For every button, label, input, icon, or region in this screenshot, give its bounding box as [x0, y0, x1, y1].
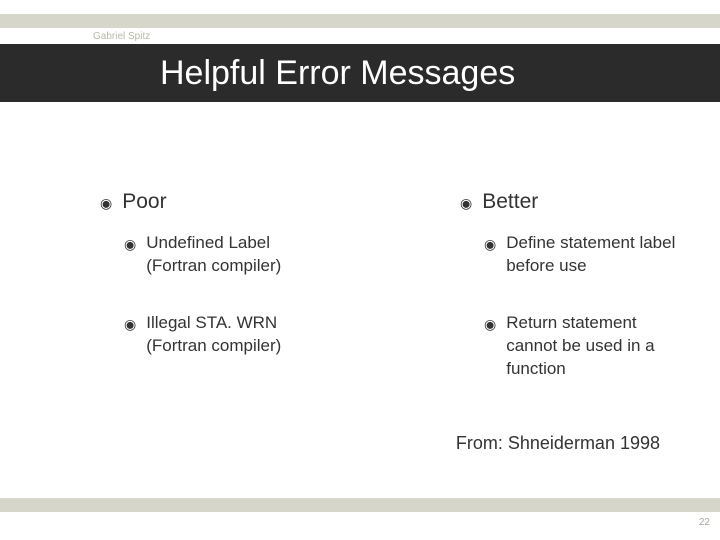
column-better: ◉ Better ◉ Define statement label before… [360, 190, 720, 415]
column-poor: ◉ Poor ◉ Undefined Label (Fortran compil… [0, 190, 360, 415]
slide-title: Helpful Error Messages [0, 54, 515, 93]
heading-text: Better [482, 190, 538, 214]
column-heading-poor: ◉ Poor [100, 190, 320, 214]
title-bar: Helpful Error Messages [0, 44, 720, 102]
item-text: Define statement label before use [506, 232, 680, 278]
bullet-icon: ◉ [484, 235, 496, 254]
list-item: ◉ Return statement cannot be used in a f… [484, 312, 680, 381]
bullet-icon: ◉ [124, 235, 136, 254]
item-text: Return statement cannot be used in a fun… [506, 312, 680, 381]
author-name: Gabriel Spitz [93, 31, 150, 42]
list-item: ◉ Define statement label before use [484, 232, 680, 278]
heading-text: Poor [122, 190, 166, 214]
item-text: Illegal STA. WRN (Fortran compiler) [146, 312, 320, 358]
list-item: ◉ Undefined Label (Fortran compiler) [124, 232, 320, 278]
content-columns: ◉ Poor ◉ Undefined Label (Fortran compil… [0, 190, 720, 415]
bullet-icon: ◉ [124, 315, 136, 334]
bullet-icon: ◉ [484, 315, 496, 334]
list-item: ◉ Illegal STA. WRN (Fortran compiler) [124, 312, 320, 358]
citation: From: Shneiderman 1998 [456, 433, 660, 454]
top-decor-band [0, 14, 720, 28]
column-heading-better: ◉ Better [460, 190, 680, 214]
bottom-decor-band [0, 498, 720, 512]
bullet-icon: ◉ [460, 195, 472, 212]
slide: Gabriel Spitz Helpful Error Messages ◉ P… [0, 0, 720, 540]
bullet-icon: ◉ [100, 195, 112, 212]
item-text: Undefined Label (Fortran compiler) [146, 232, 320, 278]
page-number: 22 [699, 517, 710, 528]
